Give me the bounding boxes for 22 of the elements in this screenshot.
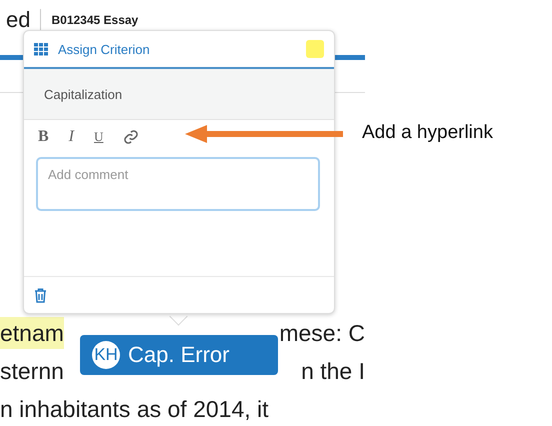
panel-title: Assign Criterion	[58, 42, 151, 56]
comment-field[interactable]: Add comment	[36, 157, 320, 211]
underline-button[interactable]: U	[94, 129, 104, 145]
criterion-label: Capitalization	[24, 69, 334, 120]
link-icon	[123, 129, 140, 145]
document-text: mese: C	[279, 319, 365, 348]
document-title: B012345 Essay	[51, 13, 138, 27]
comment-tag[interactable]: KH Cap. Error	[80, 335, 278, 375]
italic-button[interactable]: I	[68, 128, 74, 146]
bold-button[interactable]: B	[38, 128, 49, 146]
document-text: sternn	[0, 357, 64, 386]
tag-label: Cap. Error	[128, 342, 230, 368]
user-avatar: KH	[92, 341, 120, 369]
document-text: n inhabitants as of 2014, it	[0, 395, 269, 424]
page-title: ed	[6, 7, 30, 33]
link-button[interactable]	[123, 129, 140, 145]
document-text: n the I	[301, 357, 365, 386]
grid-icon	[34, 42, 48, 56]
callout-text: Add a hyperlink	[362, 122, 493, 144]
trash-icon[interactable]	[34, 288, 47, 302]
color-swatch[interactable]	[306, 40, 324, 58]
highlighted-text: etnam	[0, 317, 64, 349]
